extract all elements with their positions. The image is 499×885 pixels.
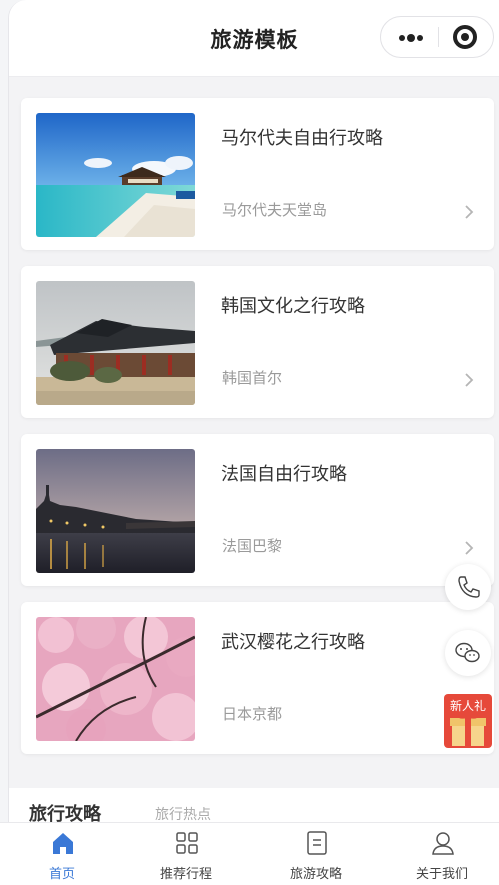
capsule-divider [438,27,439,47]
phone-button[interactable] [445,564,491,610]
tab-guides[interactable]: 旅游攻略 [254,823,378,885]
guide-card[interactable]: 马尔代夫自由行攻略 马尔代夫天堂岛 [21,98,494,250]
card-title: 韩国文化之行攻略 [221,296,365,317]
maldives-beach-photo [36,113,195,237]
card-subtitle: 日本京都 [222,705,283,723]
paris-river-night-photo [36,449,195,573]
chevron-right-icon [465,541,474,555]
tab-home[interactable]: 首页 [0,823,124,885]
chevron-right-icon [465,373,474,387]
cherry-blossom-photo [36,617,195,741]
card-subtitle: 马尔代夫天堂岛 [222,201,328,219]
tab-recommended[interactable]: 推荐行程 [124,823,248,885]
card-subtitle: 法国巴黎 [222,537,283,555]
tab-label: 旅游攻略 [289,867,342,882]
target-close-icon[interactable] [453,25,477,49]
card-title: 马尔代夫自由行攻略 [221,128,383,149]
chevron-right-icon [465,205,474,219]
gift-icon [450,713,486,746]
korean-palace-photo [36,281,195,405]
home-icon [53,833,73,854]
more-dots-icon[interactable] [381,17,437,57]
guide-card[interactable]: 武汉樱花之行攻略 日本京都 [21,602,494,754]
app-frame: 旅游模板 马尔代夫自由行攻略 马尔代夫天堂岛 韩国文化之行攻略 韩国首尔 法国自… [8,0,499,884]
bottom-tab-bar: 首页 推荐行程 旅游攻略 关于我们 [0,822,499,885]
tab-label: 推荐行程 [159,867,212,882]
tab-about[interactable]: 关于我们 [380,823,499,885]
guide-card[interactable]: 法国自由行攻略 法国巴黎 [21,434,494,586]
mini-program-capsule [380,16,494,58]
new-user-gift-button[interactable]: 新人礼 [444,694,492,748]
card-subtitle: 韩国首尔 [222,369,283,387]
nav-header: 旅游模板 [9,0,499,77]
tab-label: 关于我们 [415,867,468,882]
wechat-button[interactable] [445,630,491,676]
tab-label: 首页 [48,867,75,882]
phone-icon [458,576,480,598]
wechat-icon [455,642,480,663]
document-icon [307,831,327,855]
card-title: 法国自由行攻略 [221,464,347,485]
section-tab[interactable]: 旅行热点 [155,804,211,824]
grid-icon [176,832,198,854]
user-icon [432,832,454,855]
guide-card[interactable]: 韩国文化之行攻略 韩国首尔 [21,266,494,418]
card-title: 武汉樱花之行攻略 [221,632,365,653]
